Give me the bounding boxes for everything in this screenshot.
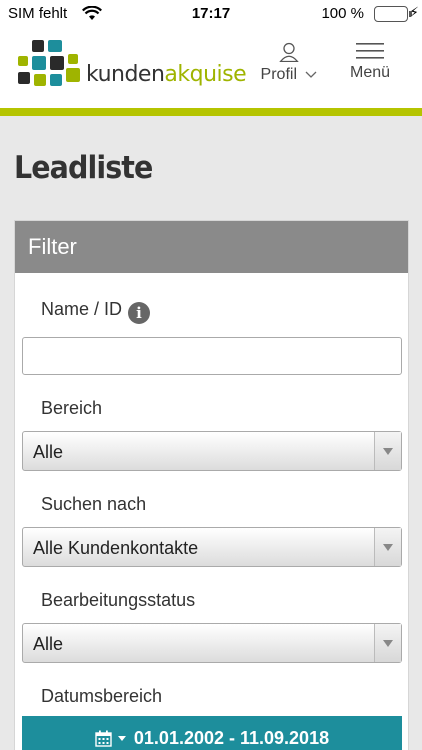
logo-text: kundenakquise: [86, 62, 247, 87]
main-menu-button[interactable]: Menü: [342, 42, 398, 82]
logo-mark: [18, 40, 84, 92]
status-label: Bearbeitungsstatus: [41, 590, 196, 610]
suchen-nach-select[interactable]: Alle Kundenkontakte: [22, 527, 402, 567]
dropdown-arrow-icon: [374, 528, 401, 566]
logo[interactable]: kundenakquise: [18, 40, 247, 100]
date-range-value: 01.01.2002 - 11.09.2018: [133, 728, 330, 748]
status-bar: SIM fehlt 17:17 100 % ⚡: [0, 0, 422, 28]
dropdown-arrow-icon: [374, 432, 401, 470]
menu-label: Menü: [349, 64, 391, 81]
name-id-label: Name / ID i: [41, 299, 151, 324]
bereich-label: Bereich: [41, 398, 103, 418]
bereich-value: Alle: [33, 442, 64, 462]
date-range-button[interactable]: 01.01.2002 - 11.09.2018: [22, 716, 402, 750]
info-icon[interactable]: i: [128, 302, 151, 324]
filter-heading: Filter: [15, 221, 408, 273]
status-value: Alle: [33, 634, 64, 654]
app-header: kundenakquise Profil Menü: [0, 28, 422, 108]
name-id-input[interactable]: [22, 337, 402, 375]
charging-icon: ⚡: [409, 4, 419, 20]
battery-percent: 100 %: [321, 5, 364, 22]
suchen-nach-label: Suchen nach: [41, 494, 147, 514]
hamburger-icon: [356, 43, 384, 59]
filter-panel: Filter Name / ID i Bereich Alle Suchen na…: [14, 220, 409, 750]
calendar-icon: [95, 730, 112, 747]
profile-menu-button[interactable]: Profil: [254, 42, 324, 84]
chevron-down-icon: [305, 71, 317, 78]
status-select[interactable]: Alle: [22, 623, 402, 663]
header-accent-bar: [0, 108, 422, 116]
bereich-select[interactable]: Alle: [22, 431, 402, 471]
caret-down-icon: [117, 736, 126, 741]
page-title: Leadliste: [14, 150, 153, 186]
name-id-label-text: Name / ID: [41, 299, 123, 319]
suchen-nach-value: Alle Kundenkontakte: [33, 538, 199, 558]
dropdown-arrow-icon: [374, 624, 401, 662]
battery-icon: [374, 6, 412, 22]
user-icon: [279, 42, 299, 62]
datumsbereich-label: Datumsbereich: [41, 686, 163, 706]
profile-label: Profil: [260, 66, 297, 83]
